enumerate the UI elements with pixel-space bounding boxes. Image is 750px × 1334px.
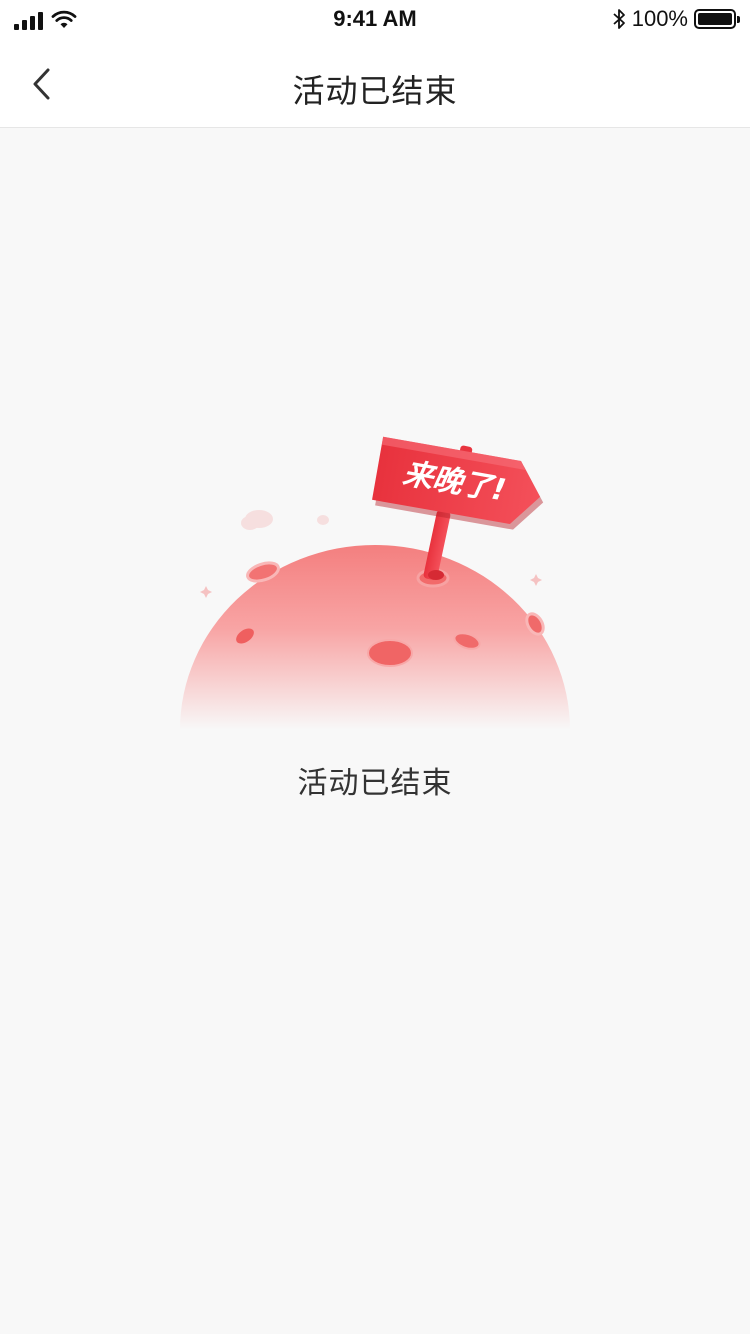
status-right: 100% <box>612 6 740 32</box>
event-ended-illustration: 来晚了! <box>175 430 575 730</box>
event-ended-message: 活动已结束 <box>297 766 453 801</box>
battery-percent: 100% <box>631 6 688 31</box>
late-sign: 来晚了! <box>372 436 544 530</box>
cloud-icon <box>241 510 329 530</box>
navigation-bar: 活动已结束 <box>0 40 750 128</box>
status-bar: 9:41 AM 100% <box>0 0 750 40</box>
planet-illustration: 来晚了! <box>180 436 570 730</box>
page-title: 活动已结束 <box>292 72 458 110</box>
battery-icon <box>694 9 740 29</box>
bluetooth-icon <box>613 9 625 29</box>
